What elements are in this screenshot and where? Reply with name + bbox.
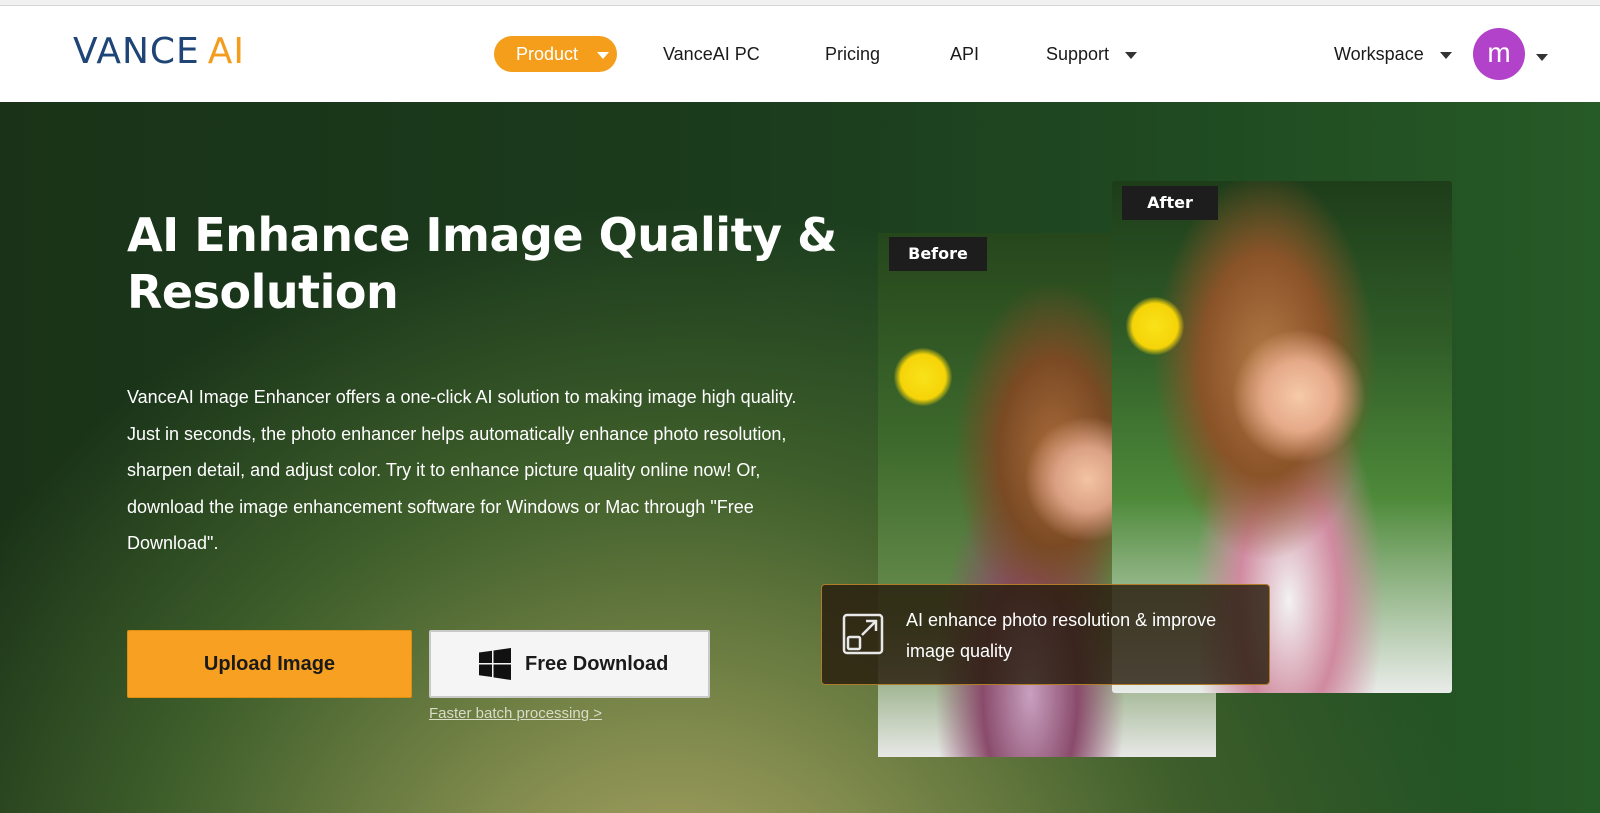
nav-product-dropdown[interactable]: Product (494, 36, 617, 72)
nav-workspace-dropdown[interactable]: Workspace (1334, 36, 1452, 72)
nav-support-dropdown[interactable]: Support (1046, 36, 1138, 72)
expand-icon (842, 613, 884, 655)
hero-title: AI Enhance Image Quality & Resolution (127, 208, 837, 319)
nav-product-label: Product (516, 44, 579, 64)
faster-batch-processing-link[interactable]: Faster batch processing > (429, 705, 602, 722)
vanceai-logo[interactable]: VANCE AI (73, 34, 245, 70)
chevron-down-icon (1439, 51, 1452, 59)
feature-caption-text: AI enhance photo resolution & improve im… (906, 610, 1217, 661)
logo-text-ai: AI (207, 31, 246, 72)
nav-vanceai-pc[interactable]: VanceAI PC (663, 36, 760, 72)
chevron-down-icon[interactable] (1536, 54, 1548, 61)
after-label: After (1122, 186, 1218, 220)
logo-text-vance: VANCE (73, 31, 200, 72)
free-download-button[interactable]: Free Download (429, 630, 710, 698)
upload-image-button[interactable]: Upload Image (127, 630, 412, 698)
hero-description: VanceAI Image Enhancer offers a one-clic… (127, 387, 797, 553)
nav-support-label: Support (1046, 44, 1110, 64)
free-download-label: Free Download (525, 653, 669, 675)
site-header: VANCE AI Product VanceAI PC Pricing API S… (0, 6, 1600, 102)
hero-section: AI Enhance Image Quality & Resolution Va… (0, 102, 1600, 813)
feature-caption-card: AI enhance photo resolution & improve im… (821, 584, 1270, 685)
user-avatar[interactable]: m (1473, 28, 1525, 80)
windows-icon (479, 648, 511, 680)
nav-api[interactable]: API (950, 36, 979, 72)
before-label: Before (889, 237, 987, 271)
flower-hair-clip (1126, 297, 1184, 355)
chevron-down-icon (597, 52, 609, 59)
flower-hair-clip (894, 348, 952, 406)
nav-workspace-label: Workspace (1334, 44, 1424, 64)
nav-pricing[interactable]: Pricing (825, 36, 880, 72)
chevron-down-icon (1125, 51, 1138, 59)
